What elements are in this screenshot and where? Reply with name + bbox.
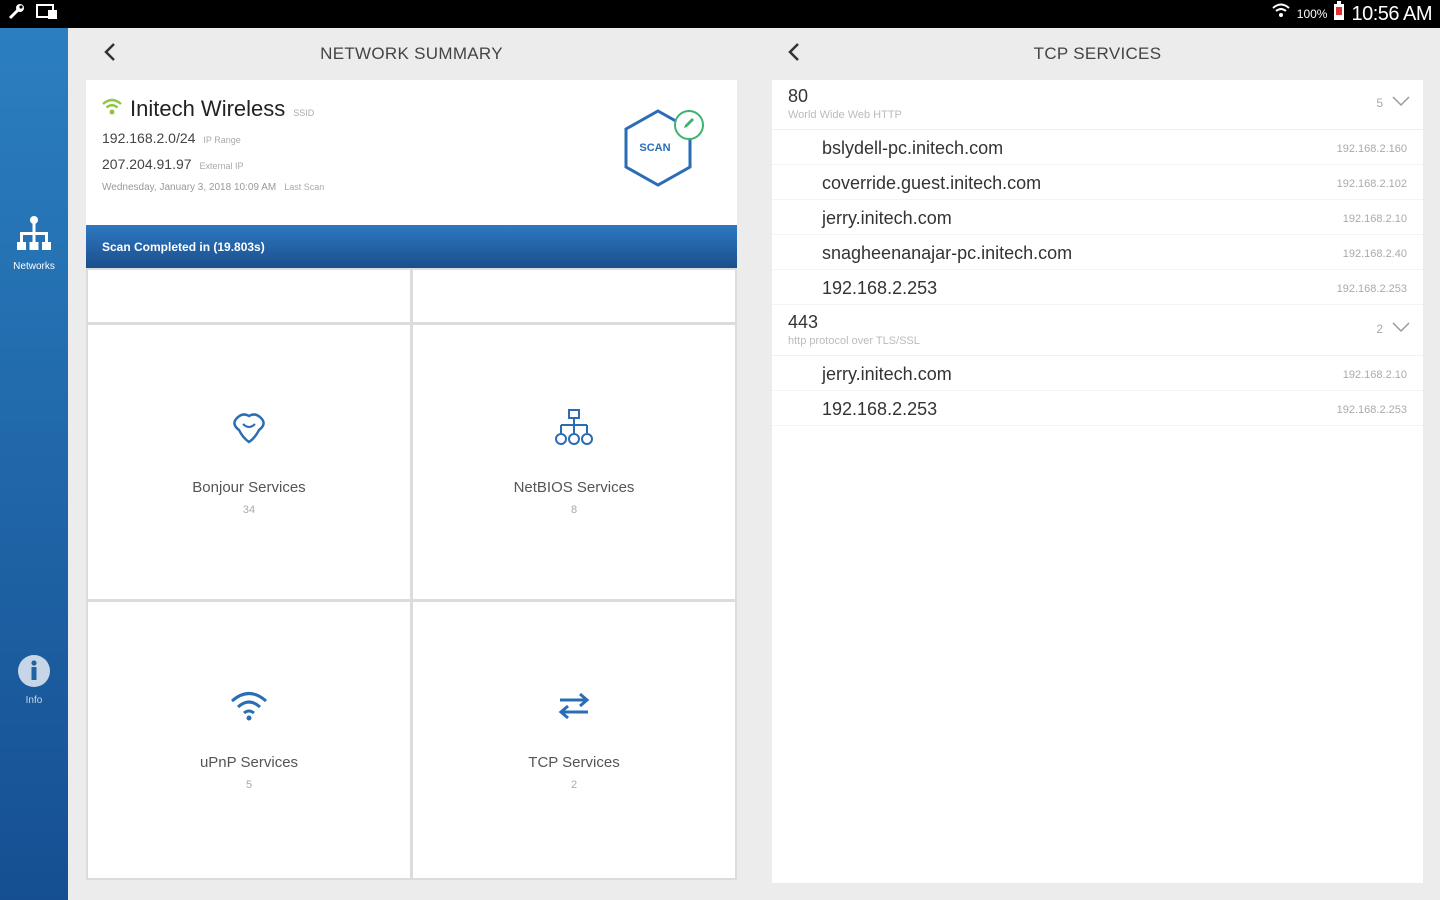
host-ip: 192.168.2.253: [1336, 404, 1407, 416]
bonjour-icon: [229, 408, 269, 453]
services-grid: Bonjour Services 34 NetBIOS Services 8 u…: [86, 268, 737, 880]
list-item[interactable]: snagheenanajar-pc.initech.com 192.168.2.…: [772, 235, 1423, 270]
tile-netbios-services[interactable]: NetBIOS Services 8: [413, 325, 735, 599]
ip-range-tag: IP Range: [203, 135, 241, 145]
status-bar: 100% 10:56 AM: [0, 0, 1440, 28]
chevron-down-icon: [1391, 320, 1411, 338]
rail-item-info[interactable]: Info: [0, 654, 68, 706]
battery-percent: 100%: [1296, 7, 1328, 21]
network-name: Initech Wireless: [130, 96, 286, 121]
host-ip: 192.168.2.40: [1342, 248, 1407, 260]
page-title: NETWORK SUMMARY: [320, 44, 503, 63]
empty-tile: [88, 270, 410, 322]
wifi-icon: [102, 98, 122, 121]
scan-status-bar: Scan Completed in (19.803s): [86, 225, 737, 268]
host-ip: 192.168.2.10: [1342, 369, 1407, 381]
port-number: 80: [788, 86, 809, 106]
list-item[interactable]: 192.168.2.253 192.168.2.253: [772, 391, 1423, 426]
network-tree-icon: [554, 408, 594, 453]
host-ip: 192.168.2.102: [1336, 178, 1407, 190]
list-item[interactable]: jerry.initech.com 192.168.2.10: [772, 200, 1423, 235]
page-title: TCP SERVICES: [1033, 44, 1162, 63]
ip-range: 192.168.2.0/24: [102, 130, 196, 146]
tile-title: TCP Services: [528, 754, 620, 771]
port-host-count: 5: [1376, 96, 1383, 110]
rail-item-info-label: Info: [25, 695, 43, 706]
tile-count: 5: [245, 779, 253, 791]
screen-mirror-icon: [36, 3, 58, 25]
tile-count: 8: [570, 504, 578, 516]
list-item[interactable]: bslydell-pc.initech.com 192.168.2.160: [772, 130, 1423, 165]
scan-status-text: Scan Completed in (19.803s): [102, 239, 265, 254]
host-ip: 192.168.2.160: [1336, 143, 1407, 155]
host-name: jerry.initech.com: [822, 208, 952, 228]
info-icon: [17, 654, 51, 693]
tcp-services-header: TCP SERVICES: [772, 28, 1423, 80]
external-ip-tag: External IP: [199, 161, 244, 171]
port-description: http protocol over TLS/SSL: [788, 335, 920, 347]
tile-tcp-services[interactable]: TCP Services 2: [413, 602, 735, 878]
chevron-down-icon: [1391, 94, 1411, 112]
ssid-tag: SSID: [293, 108, 315, 118]
host-ip: 192.168.2.10: [1342, 213, 1407, 225]
host-name: jerry.initech.com: [822, 364, 952, 384]
chevron-left-icon: [103, 42, 117, 67]
tile-count: 34: [242, 504, 256, 516]
tile-title: uPnP Services: [199, 754, 299, 771]
rail-item-networks[interactable]: Networks: [0, 214, 68, 272]
back-button[interactable]: [96, 40, 124, 68]
last-scan-time: Wednesday, January 3, 2018 10:09 AM: [102, 182, 277, 193]
port-host-count: 2: [1376, 322, 1383, 336]
port-number: 443: [788, 312, 819, 332]
back-button[interactable]: [780, 40, 808, 68]
host-ip: 192.168.2.253: [1336, 283, 1407, 295]
tile-title: Bonjour Services: [192, 479, 306, 496]
battery-icon: [1333, 1, 1345, 27]
tile-bonjour-services[interactable]: Bonjour Services 34: [88, 325, 410, 599]
transfer-arrows-icon: [554, 689, 594, 728]
tile-title: NetBIOS Services: [513, 479, 635, 496]
scan-button-label: SCAN: [639, 142, 671, 154]
host-name: bslydell-pc.initech.com: [822, 138, 1004, 158]
wifi-icon: [229, 689, 269, 728]
last-scan-tag: Last Scan: [284, 182, 325, 192]
chevron-left-icon: [787, 42, 801, 67]
network-summary-header: NETWORK SUMMARY: [86, 28, 737, 80]
host-name: 192.168.2.253: [822, 278, 938, 298]
tile-count: 2: [570, 779, 578, 791]
network-tree-icon: [14, 214, 54, 259]
list-item[interactable]: jerry.initech.com 192.168.2.10: [772, 356, 1423, 391]
wrench-icon: [8, 3, 28, 26]
tile-upnp-services[interactable]: uPnP Services 5: [88, 602, 410, 878]
empty-tile: [413, 270, 735, 322]
rail-item-networks-label: Networks: [13, 261, 55, 272]
pencil-icon: [682, 116, 696, 135]
list-item[interactable]: coverride.guest.initech.com 192.168.2.10…: [772, 165, 1423, 200]
navigation-rail: Networks Info: [0, 28, 68, 900]
external-ip: 207.204.91.97: [102, 156, 192, 172]
host-name: 192.168.2.253: [822, 399, 938, 419]
clock: 10:56 AM: [1351, 2, 1432, 25]
host-name: snagheenanajar-pc.initech.com: [822, 243, 1073, 263]
port-group-header[interactable]: 443 http protocol over TLS/SSL 2: [772, 306, 1423, 356]
wifi-status-icon: [1271, 2, 1291, 26]
network-card: Initech Wireless SSID 192.168.2.0/24 IP …: [86, 80, 737, 225]
edit-button[interactable]: [674, 110, 704, 140]
tcp-services-list: 80 World Wide Web HTTP 5 bslydell-pc.ini…: [772, 80, 1423, 883]
port-description: World Wide Web HTTP: [788, 109, 902, 121]
list-item[interactable]: 192.168.2.253 192.168.2.253: [772, 270, 1423, 305]
host-name: coverride.guest.initech.com: [822, 173, 1042, 193]
port-group-header[interactable]: 80 World Wide Web HTTP 5: [772, 80, 1423, 130]
